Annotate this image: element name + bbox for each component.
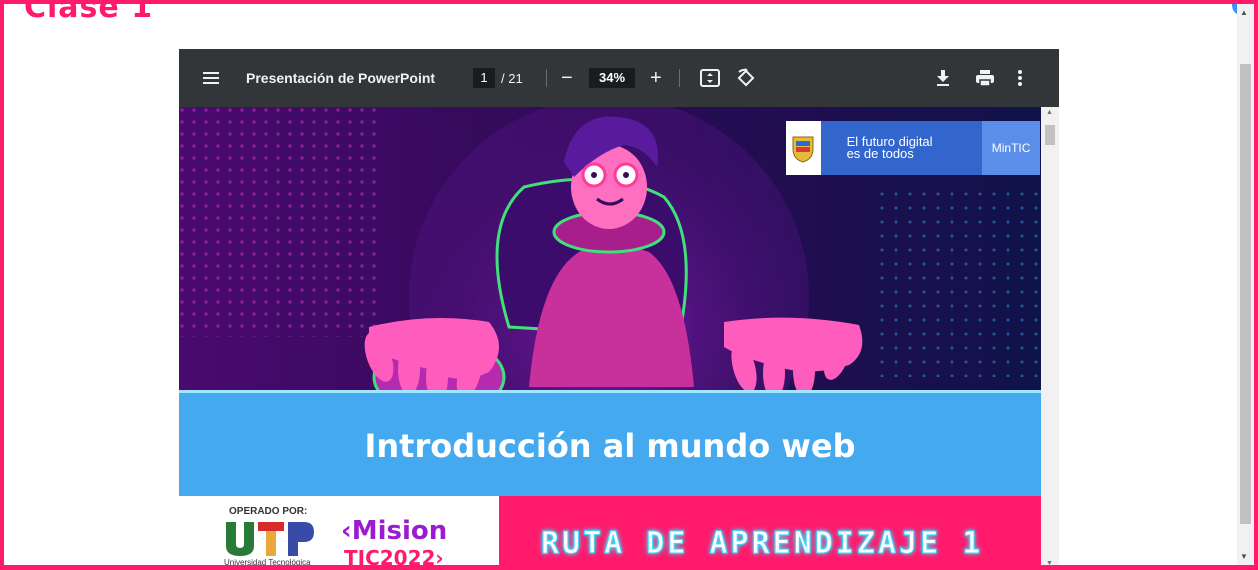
scroll-up-icon[interactable]: ▲ [1046, 109, 1053, 116]
slogan-line-2: es de todos [846, 146, 914, 161]
zoom-out-button[interactable]: − [561, 49, 573, 107]
slide-page: El futuro digital es de todos MinTIC Int… [179, 107, 1041, 569]
colombia-shield-icon [786, 121, 821, 175]
toolbar-divider [679, 69, 680, 87]
hamburger-menu-icon[interactable] [203, 49, 223, 107]
pdf-toolbar: Presentación de PowerPoint 1 / 21 − 34% … [179, 49, 1059, 107]
zoom-value[interactable]: 34% [589, 68, 635, 88]
slide-banner: Introducción al mundo web [179, 390, 1041, 499]
page-total: / 21 [501, 70, 523, 86]
page-scrollbar[interactable]: ▲ ▼ [1237, 4, 1254, 565]
page-number-input[interactable]: 1 [473, 49, 495, 107]
mintic-slogan: El futuro digital es de todos [821, 135, 933, 161]
viewer-scrollbar[interactable]: ▲ ▼ [1041, 107, 1059, 565]
route-title: RUTA DE APRENDIZAJE 1 [540, 526, 984, 562]
lesson-modal: Clase 1 ✕ Presentación de PowerPoint 1 /… [0, 0, 1258, 570]
rotate-icon[interactable] [736, 49, 756, 107]
mision-logo-line2: TIC2022› [344, 546, 444, 569]
slide-footer: OPERADO POR: Universidad Tecnológica ‹Mi… [179, 496, 1041, 569]
viewer-scroll-thumb[interactable] [1045, 125, 1055, 145]
print-icon[interactable] [975, 49, 995, 107]
zoom-in-button[interactable]: + [650, 49, 662, 107]
operado-label: OPERADO POR: [229, 506, 308, 517]
mintic-brand: MinTIC [982, 121, 1041, 175]
slide-title: Introducción al mundo web [364, 427, 856, 465]
page-scroll-thumb[interactable] [1240, 64, 1251, 524]
mintic-slogan-panel: El futuro digital es de todos [820, 121, 983, 175]
download-icon[interactable] [935, 49, 951, 107]
operator-subtitle: Universidad Tecnológica [224, 558, 311, 567]
current-page[interactable]: 1 [473, 68, 495, 88]
more-vertical-icon[interactable] [1017, 49, 1023, 107]
modal-heading: Clase 1 [24, 0, 154, 25]
page-scroll-up-icon[interactable]: ▲ [1240, 8, 1248, 17]
fit-to-page-icon[interactable] [700, 49, 720, 107]
page-scroll-down-icon[interactable]: ▼ [1240, 552, 1248, 561]
scroll-down-icon[interactable]: ▼ [1046, 560, 1053, 565]
zoom-input[interactable]: 34% [589, 49, 635, 107]
document-title: Presentación de PowerPoint [246, 70, 436, 86]
mision-logo-line1: ‹Mision [341, 516, 448, 546]
toolbar-divider [546, 69, 547, 87]
pdf-viewer: Presentación de PowerPoint 1 / 21 − 34% … [179, 49, 1059, 569]
utp-logo [224, 520, 316, 561]
mintic-badge: El futuro digital es de todos MinTIC [786, 121, 1041, 175]
